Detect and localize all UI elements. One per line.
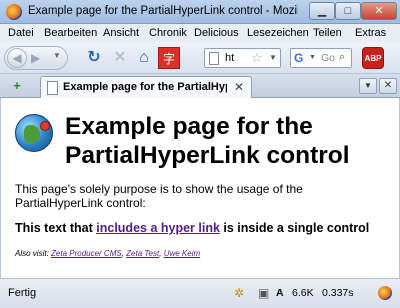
link-uwe-keim[interactable]: Uwe Keim	[164, 249, 200, 258]
back-icon[interactable]: ◀	[7, 48, 27, 68]
minimize-button[interactable]: ▁	[309, 2, 335, 20]
menu-lesezeichen[interactable]: Lesezeichen	[247, 27, 309, 39]
url-bar[interactable]: ht ☆ ▼	[204, 48, 281, 68]
google-icon[interactable]: G	[294, 51, 308, 65]
page-icon	[209, 52, 219, 65]
globe-icon	[15, 114, 53, 152]
menu-extras[interactable]: Extras	[355, 27, 386, 39]
screen-icon[interactable]: ▣	[258, 286, 269, 300]
home-icon[interactable]: ⌂	[134, 48, 154, 68]
text-before-link: This text that	[15, 221, 97, 235]
gear-icon[interactable]: ✲	[234, 286, 244, 300]
page-icon	[47, 81, 58, 95]
search-icon[interactable]: ⌕	[339, 51, 345, 64]
page-size: 6.6K	[292, 287, 314, 299]
menu-bar: Datei Bearbeiten Ansicht Chronik Delicio…	[0, 24, 400, 42]
partial-hyperlink-text: This text that includes a hyper link is …	[15, 221, 395, 235]
window-titlebar: Example page for the PartialHyperLink co…	[0, 0, 400, 24]
menu-datei[interactable]: Datei	[8, 27, 34, 39]
back-forward-group: ◀ ▶ ▼	[4, 46, 68, 70]
tab-list-button[interactable]: ▼	[359, 78, 377, 94]
tab-active[interactable]: Example page for the PartialHype... ✕	[40, 76, 252, 99]
tab-label: Example page for the PartialHype...	[63, 81, 227, 93]
menu-chronik[interactable]: Chronik	[149, 27, 187, 39]
status-bar: Fertig ✲ ▣ A 6.6K 0.337s	[0, 278, 400, 308]
menu-bearbeiten[interactable]: Bearbeiten	[44, 27, 97, 39]
font-indicator: A	[276, 287, 284, 299]
adblock-icon[interactable]: ABP	[362, 47, 384, 69]
menu-delicious[interactable]: Delicious	[194, 27, 239, 39]
also-visit-label: Also visit:	[15, 249, 52, 258]
link-zeta-producer[interactable]: Zeta Producer CMS	[51, 249, 122, 258]
search-engine-dropdown-icon[interactable]: ▼	[309, 54, 316, 61]
menu-teilen[interactable]: Teilen	[313, 27, 342, 39]
inline-hyperlink[interactable]: includes a hyper link	[96, 221, 220, 235]
search-bar[interactable]: G ▼ Go ⌕	[290, 48, 352, 68]
url-dropdown-icon[interactable]: ▼	[269, 53, 277, 62]
also-visit-line: Also visit: Zeta Producer CMS, Zeta Test…	[15, 249, 201, 258]
link-zeta-test[interactable]: Zeta Test	[126, 249, 159, 258]
load-time: 0.337s	[322, 287, 354, 299]
new-tab-icon[interactable]: +	[8, 78, 26, 94]
menu-ansicht[interactable]: Ansicht	[103, 27, 139, 39]
stop-icon[interactable]: ✕	[110, 48, 130, 68]
tab-bar: + Example page for the PartialHype... ✕ …	[0, 74, 400, 99]
url-input[interactable]: ht	[225, 52, 234, 64]
close-tab-icon[interactable]: ✕	[234, 80, 244, 94]
text-after-link: is inside a single control	[219, 221, 370, 235]
page-content: Example page for the PartialHyperLink co…	[0, 98, 400, 278]
page-title: Example page for the PartialHyperLink co…	[65, 113, 350, 169]
firefox-status-icon[interactable]	[378, 286, 392, 300]
maximize-button[interactable]: □	[335, 2, 361, 20]
navigation-toolbar: ◀ ▶ ▼ ↻ ✕ ⌂ 字 ht ☆ ▼ G ▼ Go ⌕ ABP	[0, 42, 400, 74]
star-icon[interactable]: ☆	[251, 50, 263, 66]
firefox-icon	[6, 4, 22, 20]
window-title: Example page for the PartialHyperLink co…	[28, 5, 298, 17]
forward-icon[interactable]: ▶	[31, 51, 40, 65]
reload-icon[interactable]: ↻	[84, 48, 104, 68]
close-tab-button[interactable]: ✕	[379, 78, 397, 94]
intro-text: This page's solely purpose is to show th…	[15, 182, 303, 210]
history-dropdown-icon[interactable]: ▼	[53, 51, 61, 60]
close-window-button[interactable]: ✕	[361, 2, 397, 20]
search-input[interactable]: Go	[321, 52, 335, 64]
status-text: Fertig	[8, 287, 37, 299]
bookmark-character-icon[interactable]: 字	[158, 47, 180, 69]
